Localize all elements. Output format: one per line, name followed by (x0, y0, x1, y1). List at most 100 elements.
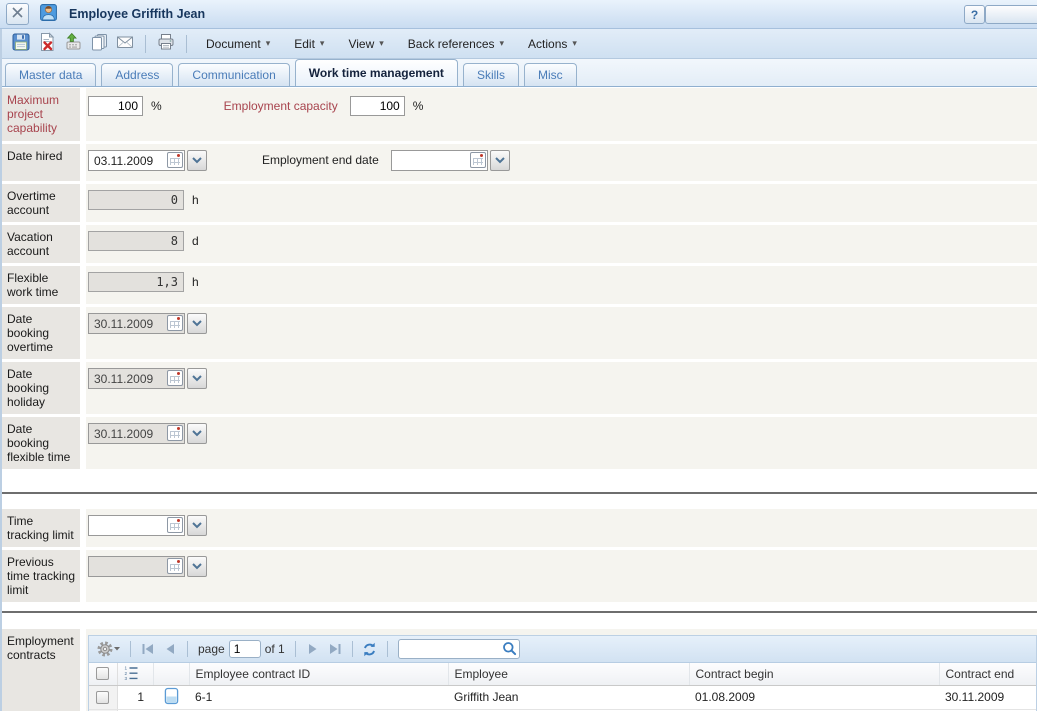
unit-label: h (192, 275, 199, 289)
copy-icon (89, 32, 109, 55)
tab-communication[interactable]: Communication (178, 63, 289, 86)
previous-time-tracking-limit-dropdown-button[interactable] (187, 556, 207, 577)
select-all-checkbox[interactable] (96, 667, 109, 680)
previous-page-button[interactable] (159, 638, 181, 660)
tab-address[interactable]: Address (101, 63, 173, 86)
close-icon (11, 6, 24, 22)
grid-toolbar-separator (187, 641, 188, 657)
row-checkbox[interactable] (96, 691, 109, 704)
calendar-icon[interactable] (167, 425, 183, 441)
next-page-button[interactable] (302, 638, 324, 660)
date-booking-flexible-time-widget (88, 423, 207, 444)
chevron-down-icon (192, 522, 202, 529)
check-in-button[interactable] (60, 32, 86, 56)
tab-label: Misc (538, 68, 563, 82)
overtime-account-field (88, 190, 184, 210)
field-label-employment-end-date: Employment end date (262, 153, 379, 167)
chevron-down-icon (192, 375, 202, 382)
grid-toolbar-separator (387, 641, 388, 657)
refresh-button[interactable] (359, 638, 381, 660)
field-label-date-booking-overtime: Date booking overtime (0, 307, 80, 359)
cell-contract-end: 30.11.2009 (939, 685, 1036, 709)
time-tracking-limit-widget (88, 515, 207, 536)
column-header-contract-begin[interactable]: Contract begin (689, 663, 939, 685)
employment-end-date-dropdown-button[interactable] (490, 150, 510, 171)
menu-actions[interactable]: Actions ▾ (528, 37, 577, 51)
chevron-down-icon (114, 647, 120, 651)
field-label-maximum-project-capability: Maximum project capability (0, 88, 80, 141)
titlebar-edge-button[interactable] (985, 5, 1037, 24)
document-icon[interactable] (164, 694, 179, 708)
field-label-vacation-account: Vacation account (0, 225, 80, 263)
tab-work-time-management[interactable]: Work time management (295, 59, 458, 86)
previous-time-tracking-limit-widget (88, 556, 207, 577)
chevron-down-icon (192, 320, 202, 327)
delete-document-button[interactable] (34, 32, 60, 56)
unit-label: % (413, 99, 424, 113)
copy-button[interactable] (86, 32, 112, 56)
save-button[interactable] (8, 32, 34, 56)
calendar-icon[interactable] (167, 152, 183, 168)
date-booking-flexible-time-dropdown-button[interactable] (187, 423, 207, 444)
chevron-down-icon (495, 157, 505, 164)
tab-misc[interactable]: Misc (524, 63, 577, 86)
help-button[interactable]: ? (964, 5, 985, 24)
menu-document[interactable]: Document ▾ (206, 37, 270, 51)
column-header-contract-end[interactable]: Contract end (939, 663, 1036, 685)
cell-employee: Griffith Jean (448, 685, 689, 709)
section-separator (0, 469, 1037, 506)
close-button[interactable] (6, 3, 29, 25)
field-label-date-hired: Date hired (0, 144, 80, 181)
calendar-icon[interactable] (167, 315, 183, 331)
date-booking-holiday-widget (88, 368, 207, 389)
menu-view[interactable]: View ▾ (348, 37, 383, 51)
grid-toolbar-separator (295, 641, 296, 657)
unit-label: % (151, 99, 162, 113)
column-header-employee-contract-id[interactable]: Employee contract ID (189, 663, 448, 685)
employment-capacity-input[interactable] (350, 96, 405, 116)
tab-bar: Master data Address Communication Work t… (0, 59, 1037, 87)
menu-edit[interactable]: Edit ▾ (294, 37, 324, 51)
calendar-icon[interactable] (167, 558, 183, 574)
field-label-date-booking-flexible-time: Date booking flexible time (0, 417, 80, 469)
calendar-icon[interactable] (470, 152, 486, 168)
menu-document-label: Document (206, 37, 261, 51)
field-label-overtime-account: Overtime account (0, 184, 80, 222)
time-tracking-limit-dropdown-button[interactable] (187, 515, 207, 536)
tab-label: Skills (477, 68, 505, 82)
settings-gear-icon (99, 643, 111, 655)
flexible-work-time-field (88, 272, 184, 292)
field-label-time-tracking-limit: Time tracking limit (0, 509, 80, 547)
employment-end-date-widget (391, 150, 510, 171)
menu-view-label: View (348, 37, 374, 51)
menu-back-references[interactable]: Back references ▾ (408, 37, 504, 51)
date-hired-dropdown-button[interactable] (187, 150, 207, 171)
date-booking-overtime-widget (88, 313, 207, 334)
print-button[interactable] (153, 32, 179, 56)
calendar-icon[interactable] (167, 370, 183, 386)
employment-contracts-grid: page of 1 (88, 635, 1037, 711)
table-row[interactable]: 1 6-1 Griffith Jean 01.08.2009 30.11.200… (89, 685, 1036, 709)
first-page-button[interactable] (137, 638, 159, 660)
tab-skills[interactable]: Skills (463, 63, 519, 86)
tab-master-data[interactable]: Master data (5, 63, 96, 86)
unit-label: d (192, 234, 199, 248)
search-icon[interactable] (502, 641, 517, 659)
date-booking-overtime-dropdown-button[interactable] (187, 313, 207, 334)
person-icon (39, 3, 58, 25)
tab-label: Address (115, 68, 159, 82)
page-number-input[interactable] (229, 640, 261, 658)
last-page-button[interactable] (324, 638, 346, 660)
toolbar-separator (186, 35, 187, 53)
calendar-icon[interactable] (167, 517, 183, 533)
date-hired-widget (88, 150, 207, 171)
print-icon (156, 32, 176, 55)
maximum-project-capability-input[interactable] (88, 96, 143, 116)
cell-contract-id[interactable]: 6-1 (189, 685, 448, 709)
menu-edit-label: Edit (294, 37, 315, 51)
grid-settings-button[interactable] (94, 638, 124, 660)
mail-button[interactable] (112, 32, 138, 56)
date-booking-holiday-dropdown-button[interactable] (187, 368, 207, 389)
main-toolbar: Document ▾ Edit ▾ View ▾ Back references… (0, 29, 1037, 59)
column-header-employee[interactable]: Employee (448, 663, 689, 685)
